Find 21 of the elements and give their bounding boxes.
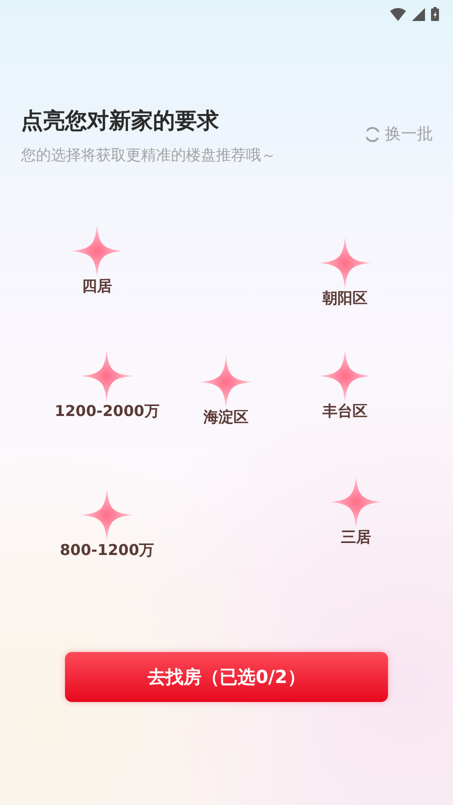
sparkle-icon: [81, 350, 133, 402]
battery-icon: [431, 7, 439, 21]
option-sparkle[interactable]: 1200-2000万: [54, 350, 160, 421]
refresh-icon: [364, 126, 381, 143]
sparkle-icon: [319, 237, 371, 289]
find-house-button[interactable]: 去找房（已选0/2）: [65, 652, 388, 702]
wifi-icon: [390, 8, 406, 20]
option-sparkle[interactable]: 三居: [330, 476, 382, 547]
sparkle-icon: [330, 476, 382, 528]
option-sparkle[interactable]: 800-1200万: [60, 489, 154, 560]
option-sparkle[interactable]: 丰台区: [319, 350, 371, 421]
option-sparkle[interactable]: 朝阳区: [319, 237, 371, 308]
option-sparkle[interactable]: 海淀区: [200, 356, 252, 427]
signal-icon: [412, 8, 425, 20]
sparkle-icon: [81, 489, 133, 541]
sparkle-icon: [319, 350, 371, 402]
option-sparkle[interactable]: 四居: [71, 225, 123, 296]
sparkle-icon: [200, 356, 252, 408]
page-subtitle: 您的选择将获取更精准的楼盘推荐哦～: [21, 146, 276, 165]
page-title: 点亮您对新家的要求: [21, 108, 220, 136]
sparkle-icon: [71, 225, 123, 277]
